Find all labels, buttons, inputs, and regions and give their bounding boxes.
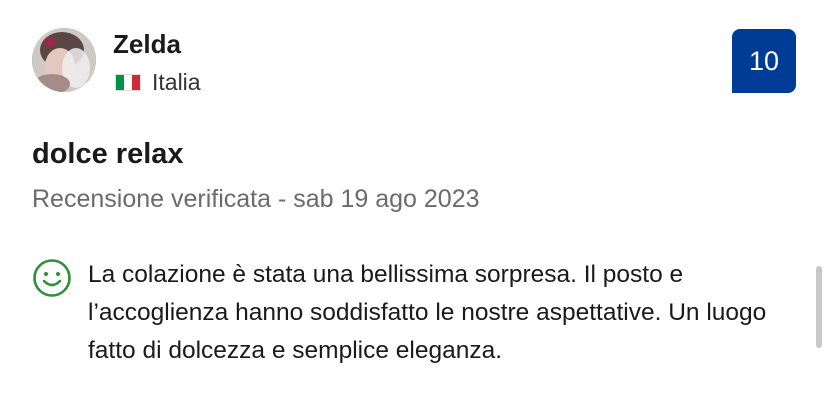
smile-icon [33, 259, 71, 297]
avatar [32, 28, 96, 92]
scrollbar[interactable] [816, 266, 822, 348]
flag-stripe-red [132, 74, 140, 90]
flag-stripe-green [116, 74, 124, 90]
country-name: Italia [152, 69, 201, 95]
review-title: dolce relax [32, 138, 184, 170]
avatar-photo [32, 28, 96, 92]
review-card: Zelda Italia 10 dolce relax Recensione v… [0, 0, 828, 402]
flag-stripe-white [124, 74, 132, 90]
italy-flag-icon [115, 73, 141, 91]
review-meta: Recensione verificata - sab 19 ago 2023 [32, 185, 480, 213]
positive-comment: La colazione è stata una bellissima sorp… [32, 256, 802, 370]
reviewer-name: Zelda [113, 29, 181, 59]
positive-text: La colazione è stata una bellissima sorp… [88, 261, 767, 364]
score-badge: 10 [732, 29, 796, 93]
reviewer-country: Italia [115, 68, 201, 96]
